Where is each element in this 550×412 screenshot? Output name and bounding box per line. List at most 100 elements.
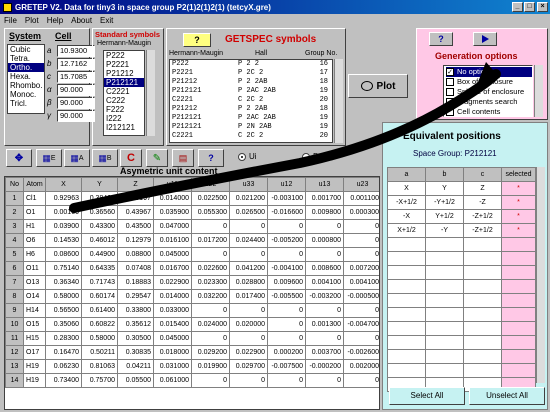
row-number[interactable]: 1 [5, 191, 24, 206]
generation-help-button[interactable]: ? [429, 32, 453, 46]
table-cell[interactable]: 0.047000 [153, 219, 192, 234]
table-cell[interactable]: 0 [229, 219, 268, 234]
equiv-col-selected[interactable]: selected [501, 167, 536, 182]
table-cell[interactable]: 0.020000 [229, 317, 268, 332]
system-item[interactable]: Tetra. [8, 54, 44, 63]
equiv-col-c[interactable]: c [463, 167, 502, 182]
table-cell[interactable]: -0.005500 [267, 289, 306, 304]
equiv-cell-a[interactable] [387, 265, 426, 280]
equiv-cell-a[interactable]: X [387, 181, 426, 196]
table-cell[interactable]: 0 [305, 219, 344, 234]
table-cell[interactable]: 0 [305, 303, 344, 318]
row-number[interactable]: 4 [5, 233, 24, 248]
table-cell[interactable]: 0.12979 [117, 233, 154, 248]
table-row[interactable]: 14 H19 0.73400 0.75700 0.05500 0.061000 0 0 0 0 0 [5, 373, 379, 388]
table-cell[interactable]: 0.33800 [117, 303, 154, 318]
equiv-row[interactable] [387, 293, 536, 308]
table-row[interactable]: 3 H1 0.03900 0.43300 0.43500 0.047000 0 0 0 0 0 [5, 219, 379, 234]
equiv-cell-selected[interactable]: * [501, 195, 536, 210]
table-cell[interactable]: 0.56500 [45, 303, 82, 318]
table-cell[interactable]: 0 [267, 331, 306, 346]
table-row[interactable]: 13 H19 0.06230 0.81063 0.04211 0.031000 0.0199… [5, 359, 379, 374]
table-cell[interactable]: 0.05500 [117, 373, 154, 388]
table-cell[interactable]: 0.36340 [45, 275, 82, 290]
equiv-cell-selected[interactable] [501, 265, 536, 280]
symbol-item[interactable]: I212121 [104, 123, 144, 132]
equiv-row[interactable] [387, 251, 536, 266]
symbol-item[interactable]: C222 [104, 96, 144, 105]
equiv-cell-a[interactable] [387, 335, 426, 350]
table-cell[interactable]: 0.60174 [81, 289, 118, 304]
table-cell[interactable]: O15 [23, 317, 46, 332]
checkbox[interactable] [446, 88, 454, 97]
table-cell[interactable]: 0.08600 [45, 247, 82, 262]
getspec-row[interactable]: P21212 P 2 2AB 18 [170, 105, 332, 114]
column-header[interactable]: No [5, 177, 24, 192]
table-cell[interactable]: 0.50211 [81, 345, 118, 360]
equiv-cell-a[interactable] [387, 237, 426, 252]
system-item[interactable]: Tricl. [8, 99, 44, 108]
equiv-cell-b[interactable]: -Y [425, 223, 464, 238]
equiv-cell-b[interactable] [425, 279, 464, 294]
table-cell[interactable]: 0.38400 [81, 191, 118, 206]
table-cell[interactable]: 0 [343, 247, 379, 262]
equivalent-table[interactable]: a b c selected X Y Z * -X+1/2 -Y+1/2 -Z * -X Y+1/… [387, 167, 536, 392]
equiv-row[interactable]: X+1/2 -Y -Z+1/2 * [387, 223, 536, 238]
column-header[interactable]: u13 [305, 177, 344, 192]
table-cell[interactable]: 0.017200 [191, 233, 230, 248]
menu-about[interactable]: About [71, 16, 92, 25]
getspec-row[interactable]: P212121 P 2AC 2AB 19 [170, 114, 332, 123]
tool-help-button[interactable]: ? [198, 149, 224, 167]
checkbox[interactable] [446, 78, 454, 87]
table-cell[interactable]: 0.045000 [153, 247, 192, 262]
standard-symbols-list[interactable]: P222 P2221 P21212 P212121 C2221 C222 F22… [103, 50, 145, 136]
equiv-cell-selected[interactable] [501, 307, 536, 322]
table-cell[interactable]: -0.016600 [267, 205, 306, 220]
table-row[interactable]: 1 Cl1 0.92963 0.38400 0.00197 0.014000 0.02250… [5, 191, 379, 206]
generation-option[interactable]: Cell contents [446, 107, 532, 116]
cell-b-input[interactable]: 12.7162 [57, 57, 95, 70]
table-cell[interactable]: 0 [305, 331, 344, 346]
table-cell[interactable]: 0.43500 [117, 219, 154, 234]
table-cell[interactable]: 0.045000 [153, 331, 192, 346]
table-cell[interactable]: 0.18883 [117, 275, 154, 290]
equiv-cell-c[interactable] [463, 307, 502, 322]
table-cell[interactable]: 0.028800 [229, 275, 268, 290]
equiv-cell-selected[interactable] [501, 279, 536, 294]
equiv-cell-a[interactable] [387, 251, 426, 266]
table-row[interactable]: 2 O1 0.00160 0.36560 0.43967 0.035900 0.055300… [5, 205, 379, 220]
table-cell[interactable]: 0.001100 [343, 191, 379, 206]
table-cell[interactable]: 0 [343, 373, 379, 388]
table-cell[interactable]: H19 [23, 359, 46, 374]
menu-plot[interactable]: Plot [25, 16, 39, 25]
close-button[interactable]: × [537, 2, 548, 12]
table-row[interactable]: 10 O15 0.35060 0.60822 0.35612 0.015400 0.0240… [5, 317, 379, 332]
equiv-cell-selected[interactable]: * [501, 223, 536, 238]
plot-button[interactable]: Plot [348, 74, 408, 98]
row-number[interactable]: 2 [5, 205, 24, 220]
table-cell[interactable]: -0.003200 [305, 289, 344, 304]
table-cell[interactable]: 0 [267, 247, 306, 262]
generation-option[interactable]: Fragments search [446, 97, 532, 107]
table-cell[interactable]: 0 [267, 219, 306, 234]
table-cell[interactable]: 0.000800 [305, 233, 344, 248]
table-cell[interactable]: 0.35060 [45, 317, 82, 332]
table-cell[interactable]: 0.014000 [153, 191, 192, 206]
table-cell[interactable]: 0.029700 [229, 359, 268, 374]
table-cell[interactable]: -0.002600 [343, 345, 379, 360]
table-cell[interactable]: 0.022900 [229, 345, 268, 360]
table-cell[interactable]: 0.017400 [229, 289, 268, 304]
table-cell[interactable]: Cl1 [23, 191, 46, 206]
table-cell[interactable]: -0.004700 [343, 317, 379, 332]
unselect-all-button[interactable]: Unselect All [469, 387, 545, 405]
generation-exec-button[interactable] [473, 32, 497, 46]
getspec-scrollbar[interactable] [334, 59, 343, 143]
symbols-scrollbar[interactable] [146, 50, 155, 136]
table-cell[interactable]: 0.58000 [45, 289, 82, 304]
equiv-cell-a[interactable] [387, 349, 426, 364]
getspec-row[interactable]: C2221 C 2C 2 20 [170, 132, 332, 141]
table-cell[interactable]: 0 [343, 219, 379, 234]
equiv-cell-b[interactable] [425, 307, 464, 322]
table-cell[interactable]: 0.14530 [45, 233, 82, 248]
table-cell[interactable]: 0.07408 [117, 261, 154, 276]
